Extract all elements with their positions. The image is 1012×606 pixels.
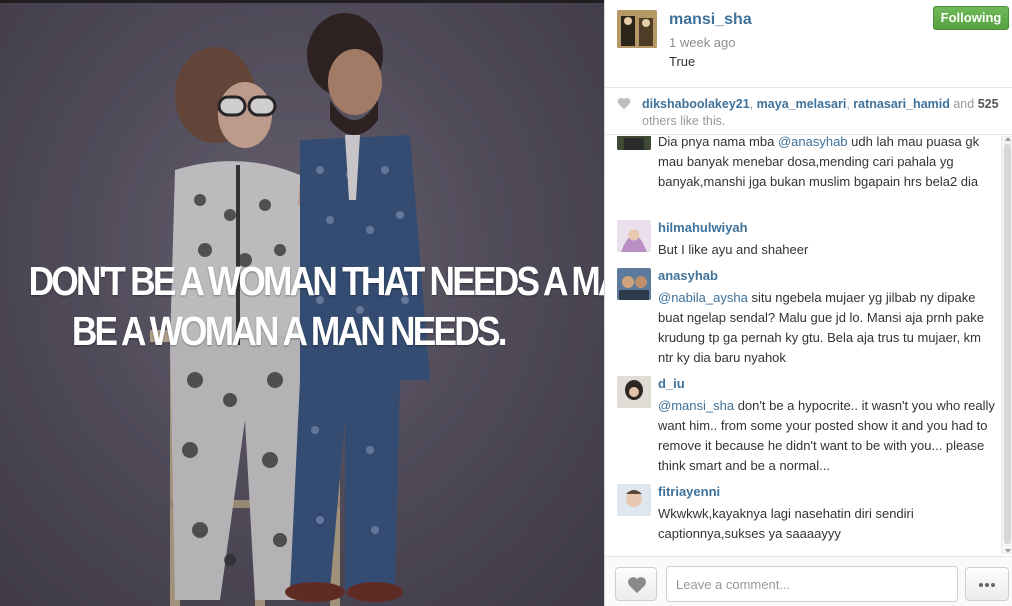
post-caption: True (669, 54, 696, 69)
comment-text-part: Dia pnya nama mba (658, 136, 778, 149)
liker-link[interactable]: ratnasari_hamid (853, 97, 950, 111)
quote-line-2: BE A WOMAN A MAN NEEDS. (71, 308, 508, 354)
quote-text: DON'T BE A WOMAN THAT NEEDS A MAN, BE A … (28, 256, 604, 356)
likes-separator: , (749, 97, 754, 111)
comment-item: anasyhab @nabila_aysha situ ngebela muja… (617, 268, 997, 368)
commenter-avatar[interactable] (617, 220, 651, 252)
avatar-image (617, 220, 651, 252)
mention-link[interactable]: @nabila_aysha (658, 290, 748, 305)
comment-input[interactable] (666, 566, 958, 602)
more-options-button[interactable] (965, 567, 1009, 601)
avatar-image (617, 268, 651, 300)
following-button[interactable]: Following (933, 6, 1009, 30)
comment-item: d_iu @mansi_sha don't be a hypocrite.. i… (617, 376, 997, 476)
likes-suffix: others like this. (642, 114, 726, 128)
quote-line-1: DON'T BE A WOMAN THAT NEEDS A MAN, (28, 258, 604, 304)
post-side-panel: mansi_sha 1 week ago True Following diks… (604, 0, 1012, 606)
heart-icon (617, 97, 631, 110)
comment-item: hilmahulwiyah But I like ayu and shaheer (617, 220, 997, 264)
liker-link[interactable]: dikshaboolakey21 (642, 97, 750, 111)
scrollbar-thumb[interactable] (1004, 144, 1011, 544)
comment-username[interactable]: d_iu (658, 376, 685, 391)
comment-username[interactable]: anasyhab (658, 268, 718, 283)
mention-link[interactable]: @mansi_sha (658, 398, 734, 413)
comment-text: Dia pnya nama mba @anasyhab udh lah mau … (658, 136, 998, 192)
commenter-avatar[interactable] (617, 268, 651, 300)
comment-item: Dia pnya nama mba @anasyhab udh lah mau … (617, 136, 997, 208)
comment-text: @mansi_sha don't be a hypocrite.. it was… (658, 396, 998, 476)
comment-text: @nabila_aysha situ ngebela mujaer yg jil… (658, 288, 998, 368)
likes-summary: dikshaboolakey21, maya_melasari, ratnasa… (605, 89, 1012, 135)
more-icon (991, 583, 995, 587)
comment-username[interactable]: fitriayenni (658, 484, 720, 499)
liker-link[interactable]: maya_melasari (757, 97, 847, 111)
likes-text: dikshaboolakey21, maya_melasari, ratnasa… (642, 96, 1007, 130)
scroll-up-arrow-icon[interactable] (1005, 137, 1011, 141)
comment-item: fitriayenni Wkwkwk,kayaknya lagi nasehat… (617, 484, 997, 548)
avatar[interactable] (617, 10, 657, 48)
mention-link[interactable]: @anasyhab (778, 136, 848, 149)
commenter-avatar[interactable] (617, 136, 651, 150)
comment-username[interactable]: hilmahulwiyah (658, 220, 748, 235)
likes-and: and (953, 97, 975, 111)
comment-list[interactable]: Dia pnya nama mba @anasyhab udh lah mau … (605, 136, 1001, 554)
post-username[interactable]: mansi_sha (669, 11, 752, 29)
avatar-image (617, 484, 651, 516)
comment-footer (605, 556, 1012, 606)
avatar-image (617, 10, 657, 48)
comment-text: Wkwkwk,kayaknya lagi nasehatin diri send… (658, 506, 914, 541)
post-header: mansi_sha 1 week ago True Following (605, 0, 1012, 88)
post-timestamp[interactable]: 1 week ago (669, 35, 736, 50)
avatar-image (617, 376, 651, 408)
heart-icon (628, 577, 646, 594)
avatar-image (617, 136, 651, 150)
more-icon (979, 583, 983, 587)
post-photo: DON'T BE A WOMAN THAT NEEDS A MAN, BE A … (0, 0, 604, 606)
likes-separator: , (846, 97, 850, 111)
comments-scrollbar[interactable] (1001, 136, 1012, 554)
likes-count[interactable]: 525 (978, 97, 999, 111)
commenter-avatar[interactable] (617, 484, 651, 516)
more-icon (985, 583, 989, 587)
comment-text: But I like ayu and shaheer (658, 242, 809, 257)
commenter-avatar[interactable] (617, 376, 651, 408)
like-button[interactable] (615, 567, 657, 601)
scroll-down-arrow-icon[interactable] (1005, 549, 1011, 553)
